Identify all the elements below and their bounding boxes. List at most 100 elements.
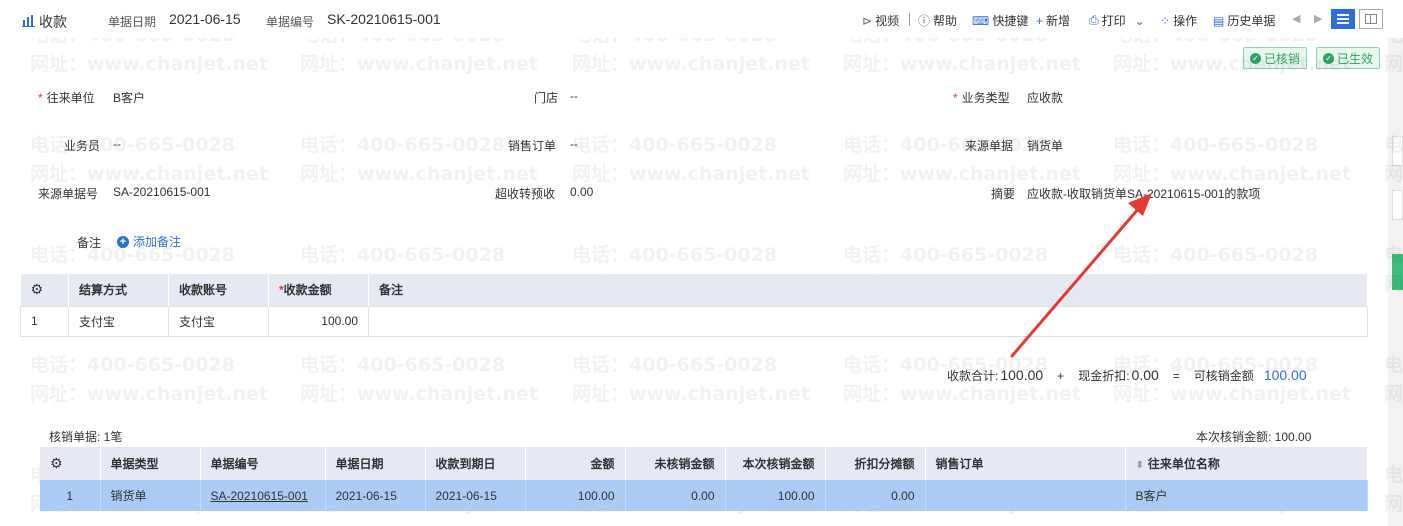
chart-icon: [22, 14, 35, 30]
watermark-phone: 电话：400-665-0028: [30, 354, 235, 376]
totals-line: 收款合计: 100.00 + 现金折扣: 0.00 = 可核销金额 100.00: [947, 367, 1307, 384]
column-header: 结算方式: [68, 274, 169, 306]
list-view-button[interactable]: [1331, 9, 1355, 29]
plus-circle-icon: +: [117, 235, 129, 248]
remark-label: 备注: [77, 236, 102, 250]
due-date-cell: 2021-06-15: [425, 480, 526, 511]
column-header: *收款金额: [268, 274, 369, 306]
history-button[interactable]: ▤ 历史单据: [1213, 12, 1275, 29]
side-handle[interactable]: [1392, 136, 1403, 166]
shortcut-label: 快捷键: [992, 14, 1029, 28]
column-header: 单据类型: [100, 447, 201, 480]
amount-cell: 100.00: [525, 480, 626, 511]
store-value[interactable]: --: [570, 89, 578, 103]
table-row[interactable]: 1 支付宝 支付宝 100.00: [20, 305, 1368, 337]
side-tab[interactable]: [1392, 254, 1403, 290]
verifiable-label: 可核销金额: [1193, 369, 1254, 383]
help-button[interactable]: ⓘ 帮助: [918, 12, 957, 29]
discount-value: 0.00: [1131, 367, 1159, 383]
column-header: 折扣分摊额: [825, 447, 926, 480]
watermark-site: 网址：www.chanjet.net: [572, 163, 810, 185]
video-label: 视频: [875, 14, 900, 28]
add-button[interactable]: + 新增: [1036, 12, 1070, 29]
sort-icon[interactable]: ⬍: [1136, 460, 1144, 471]
doc-no-value: SK-20210615-001: [327, 11, 441, 27]
print-button[interactable]: ⎙ 打印 ⌄: [1089, 12, 1145, 29]
biz-type-value[interactable]: 应收款: [1027, 89, 1063, 106]
verify-table: ⚙ 单据类型 单据编号 单据日期 收款到期日 金额 未核销金额 本次核销金额 折…: [40, 447, 1368, 511]
partner-value[interactable]: B客户: [113, 89, 145, 106]
column-header: 本次核销金额: [725, 447, 826, 480]
tab-title: 收款: [39, 14, 67, 30]
card-view-button[interactable]: [1359, 9, 1383, 29]
divider: [909, 13, 910, 26]
shortcut-button[interactable]: ⌨ 快捷键: [972, 12, 1028, 29]
watermark-site: 网址：www.chanjet.net: [30, 383, 268, 405]
doc-no-link[interactable]: SA-20210615-001: [200, 480, 326, 511]
side-panel-edge: [1388, 38, 1403, 526]
tab-receipt[interactable]: 收款: [22, 12, 67, 32]
received-label: 收款合计:: [947, 369, 999, 383]
discount-label: 现金折扣:: [1078, 369, 1130, 383]
overpay-label: 超收转预收: [495, 187, 556, 201]
watermark-site: 网址：www.chanjet.net: [572, 383, 810, 405]
document-icon: ▤: [1213, 13, 1225, 28]
watermark-site: 网址：www.chanjet.net: [1113, 163, 1351, 185]
help-label: 帮助: [933, 14, 958, 28]
payment-account-cell[interactable]: 支付宝: [168, 305, 269, 337]
table-row[interactable]: 1 销货单 SA-20210615-001 2021-06-15 2021-06…: [40, 480, 1368, 511]
sales-order-value[interactable]: --: [570, 137, 578, 151]
this-verify-cell[interactable]: 100.00: [725, 480, 826, 511]
side-handle[interactable]: [1392, 190, 1403, 220]
prev-record-icon[interactable]: ◀: [1292, 12, 1300, 25]
receipt-page: 电话：400-665-0028 网址：www.chanjet.net 电话：400-…: [0, 0, 1403, 526]
keyboard-icon: ⌨: [972, 13, 990, 28]
payment-table: ⚙ 结算方式 收款账号 *收款金额 备注 1 支付宝 支付宝 100.00: [20, 274, 1368, 337]
row-index: 1: [40, 480, 101, 511]
table-header-row: ⚙ 结算方式 收款账号 *收款金额 备注: [20, 274, 1368, 306]
next-record-icon[interactable]: ▶: [1314, 12, 1322, 25]
sales-order-cell: [925, 480, 1126, 511]
doc-no-label: 单据编号: [266, 15, 315, 29]
watermark-site: 网址：www.chanjet.net: [300, 163, 538, 185]
watermark-phone: 电话：400-665-0028: [843, 134, 1048, 156]
column-header: 单据日期: [325, 447, 426, 480]
discount-cell[interactable]: 0.00: [825, 480, 926, 511]
chevron-down-icon[interactable]: ⌄: [1135, 14, 1145, 28]
add-remark-button[interactable]: + 添加备注: [117, 233, 181, 250]
partner-label: * 往来单位: [38, 91, 95, 105]
summary-value[interactable]: 应收款-收取销货单SA-20210615-001的款项: [1027, 185, 1260, 202]
column-settings-icon[interactable]: ⚙: [40, 447, 101, 480]
source-no-value[interactable]: SA-20210615-001: [113, 185, 210, 199]
effective-label: 已生效: [1337, 51, 1374, 66]
source-no-label: 来源单据号: [38, 187, 99, 201]
payment-note-cell[interactable]: [368, 305, 1368, 337]
source-doc-value[interactable]: 销货单: [1027, 137, 1063, 154]
table-header-row: ⚙ 单据类型 单据编号 单据日期 收款到期日 金额 未核销金额 本次核销金额 折…: [40, 447, 1368, 480]
unverified-cell: 0.00: [625, 480, 726, 511]
watermark-site: 网址：www.chanjet.net: [30, 53, 268, 75]
payment-amount-cell[interactable]: 100.00: [268, 305, 369, 337]
top-bar: 收款 单据日期 2021-06-15 单据编号 SK-20210615-001 …: [0, 0, 1403, 38]
video-button[interactable]: ⊳ 视频: [862, 12, 899, 29]
salesman-value[interactable]: --: [113, 137, 121, 151]
watermark-phone: 电话：400-665-0028: [572, 354, 777, 376]
status-badge-verified: ✓ 已核销: [1243, 47, 1308, 69]
list-icon: [1337, 14, 1349, 24]
received-value: 100.00: [1000, 367, 1044, 383]
operate-label: 操作: [1173, 14, 1198, 28]
check-icon: ✓: [1250, 52, 1261, 64]
biz-type-label: * 业务类型: [953, 91, 1010, 105]
payment-method-cell[interactable]: 支付宝: [68, 305, 169, 337]
verifiable-value: 100.00: [1263, 367, 1307, 383]
card-icon: [1365, 14, 1377, 24]
operate-button[interactable]: ⁘ 操作: [1160, 12, 1197, 29]
column-settings-icon[interactable]: ⚙: [20, 274, 69, 306]
watermark-site: 网址：www.chanjet.net: [843, 163, 1081, 185]
printer-icon: ⎙: [1089, 13, 1099, 27]
help-icon: ⓘ: [918, 14, 931, 28]
watermark-phone: 电话：400-665-0028: [572, 134, 777, 156]
column-header-sortable[interactable]: ⬍ 往来单位名称: [1125, 447, 1368, 480]
watermark-phone: 电话：400-665-0028: [300, 354, 505, 376]
overpay-value[interactable]: 0.00: [570, 185, 593, 199]
